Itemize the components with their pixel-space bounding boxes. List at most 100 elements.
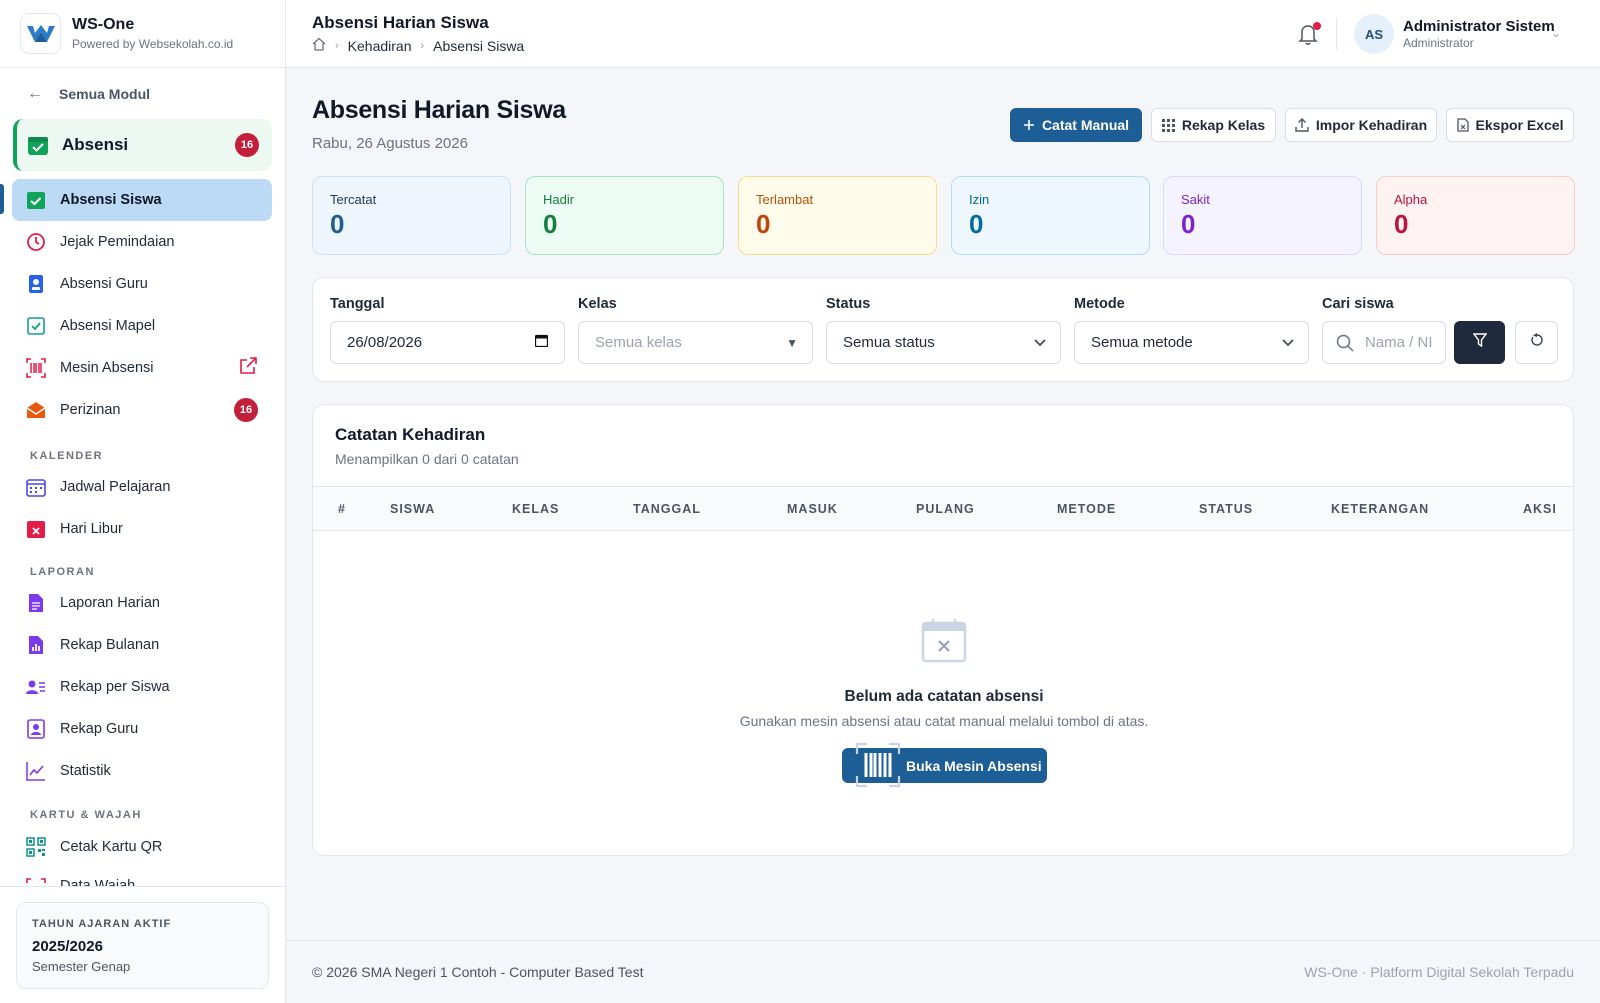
sidebar-item-jadwal-pelajaran[interactable]: Jadwal Pelajaran: [12, 466, 272, 508]
sidebar-item-statistik[interactable]: Statistik: [12, 750, 272, 792]
sidebar-item-rekap-per-siswa[interactable]: Rekap per Siswa: [12, 666, 272, 708]
module-header-absensi[interactable]: Absensi 16: [13, 119, 272, 171]
column-header[interactable]: TANGGAL: [633, 502, 701, 516]
sidebar-item-label: Statistik: [60, 763, 111, 779]
home-icon[interactable]: [312, 37, 326, 54]
sidebar-item-jejak-pemindaian[interactable]: Jejak Pemindaian: [12, 221, 272, 263]
column-header: AKSI: [1523, 502, 1557, 516]
notification-dot: [1313, 22, 1321, 30]
column-header[interactable]: KELAS: [512, 502, 559, 516]
active-indicator: [0, 184, 4, 214]
stat-card-tercatat: Tercatat 0: [312, 176, 511, 255]
external-link-icon[interactable]: [238, 356, 258, 380]
year-card-value: 2025/2026: [32, 938, 103, 955]
breadcrumb: › Kehadiran › Absensi Siswa: [312, 37, 524, 54]
bar-chart-icon: [26, 635, 46, 655]
column-header[interactable]: METODE: [1057, 502, 1116, 516]
sidebar-item-laporan-harian[interactable]: Laporan Harian: [12, 582, 272, 624]
sidebar-item-rekap-bulanan[interactable]: Rekap Bulanan: [12, 624, 272, 666]
table-subtitle: Menampilkan 0 dari 0 catatan: [335, 451, 519, 467]
stat-label: Alpha: [1394, 192, 1428, 207]
sidebar-item-absensi-guru[interactable]: Absensi Guru: [12, 263, 272, 305]
filter-icon: [1472, 333, 1487, 352]
ekspor-excel-button[interactable]: Ekspor Excel: [1446, 108, 1574, 142]
sidebar-item-label: Jadwal Pelajaran: [60, 479, 171, 495]
ekspor-excel-label: Ekspor Excel: [1475, 117, 1564, 133]
sidebar-item-cetak-kartu-qr[interactable]: Cetak Kartu QR: [12, 826, 272, 868]
reset-filter-button[interactable]: [1515, 321, 1558, 364]
column-header: KETERANGAN: [1331, 502, 1430, 516]
sidebar-item-mesin-absensi[interactable]: Mesin Absensi: [12, 347, 272, 389]
kelas-select[interactable]: Semua kelas ▼: [578, 321, 813, 364]
sidebar-item-label: Absensi Mapel: [60, 318, 156, 334]
stat-card-hadir: Hadir 0: [525, 176, 724, 255]
perizinan-badge: 16: [234, 398, 258, 422]
user-list-icon: [26, 677, 46, 697]
apply-filter-button[interactable]: [1454, 321, 1505, 364]
arrow-left-icon: ←: [27, 85, 43, 102]
calendar-check-icon: [28, 137, 48, 155]
column-header[interactable]: PULANG: [916, 502, 975, 516]
barcode-scanner-icon: [26, 358, 46, 378]
chevron-down-icon: [1282, 336, 1294, 350]
chevron-down-icon[interactable]: ⌄: [1551, 26, 1561, 40]
metode-label: Metode: [1074, 296, 1125, 312]
section-label-kartu: KARTU & WAJAH: [30, 809, 142, 821]
catat-manual-button[interactable]: Catat Manual: [1010, 108, 1142, 142]
barcode-scanner-icon: [855, 742, 901, 788]
document-icon: [26, 593, 46, 613]
calendar-icon[interactable]: [534, 334, 549, 351]
stat-value: 0: [330, 209, 345, 239]
sidebar-item-label: Rekap per Siswa: [60, 679, 170, 695]
brand[interactable]: WS-One Powered by Websekolah.co.id: [0, 0, 285, 68]
back-to-modules-link[interactable]: ← Semua Modul: [27, 85, 150, 103]
user-name[interactable]: Administrator Sistem: [1403, 18, 1555, 35]
date-input[interactable]: 26/08/2026: [330, 321, 565, 364]
sidebar-item-absensi-mapel[interactable]: Absensi Mapel: [12, 305, 272, 347]
cari-siswa-label: Cari siswa: [1322, 296, 1394, 312]
sidebar-item-label: Perizinan: [60, 402, 121, 418]
status-label: Status: [826, 296, 871, 312]
stat-card-izin: Izin 0: [951, 176, 1150, 255]
impor-kehadiran-button[interactable]: Impor Kehadiran: [1285, 108, 1437, 142]
empty-state-subtitle: Gunakan mesin absensi atau catat manual …: [739, 713, 1149, 729]
stat-label: Hadir: [543, 192, 575, 207]
back-label: Semua Modul: [59, 86, 151, 102]
search-input[interactable]: Nama / NI: [1322, 321, 1446, 364]
sidebar-divider: [0, 886, 286, 887]
topbar: Absensi Harian Siswa › Kehadiran › Absen…: [286, 0, 1600, 68]
status-select[interactable]: Semua status: [826, 321, 1061, 364]
refresh-icon: [1530, 333, 1544, 352]
line-chart-icon: [26, 761, 46, 781]
kelas-placeholder: Semua kelas: [595, 334, 682, 351]
open-attendance-machine-button[interactable]: Buka Mesin Absensi: [842, 742, 1047, 788]
sidebar-item-rekap-guru[interactable]: Rekap Guru: [12, 708, 272, 750]
column-header[interactable]: MASUK: [787, 502, 838, 516]
divider: [1336, 18, 1337, 50]
sidebar-item-absensi-siswa[interactable]: Absensi Siswa: [12, 179, 272, 221]
year-card-semester: Semester Genap: [32, 959, 131, 974]
sidebar-item-hari-libur[interactable]: Hari Libur: [12, 508, 272, 550]
sidebar-item-perizinan[interactable]: Perizinan 16: [12, 389, 272, 431]
metode-select[interactable]: Semua metode: [1074, 321, 1309, 364]
column-header[interactable]: STATUS: [1199, 502, 1253, 516]
breadcrumb-item[interactable]: Kehadiran: [348, 38, 412, 54]
rekap-kelas-label: Rekap Kelas: [1181, 117, 1266, 133]
envelope-open-icon: [26, 400, 46, 420]
rekap-kelas-button[interactable]: Rekap Kelas: [1151, 108, 1276, 142]
calendar-x-icon: [921, 619, 967, 663]
footer-copyright: © 2026 SMA Negeri 1 Contoh - Computer Ba…: [312, 964, 644, 980]
avatar[interactable]: AS: [1354, 14, 1394, 54]
column-header[interactable]: SISWA: [390, 502, 435, 516]
topbar-title: Absensi Harian Siswa: [312, 13, 489, 32]
stat-value: 0: [1181, 209, 1196, 239]
brand-name: WS-One: [72, 16, 135, 33]
tanggal-label: Tanggal: [330, 296, 385, 312]
contact-card-icon: [26, 719, 46, 739]
stat-label: Tercatat: [330, 192, 377, 207]
search-icon: [1336, 334, 1354, 352]
sidebar-item-data-wajah[interactable]: Data Wajah: [12, 868, 272, 886]
page-title: Absensi Harian Siswa: [312, 96, 566, 124]
stat-label: Sakit: [1181, 192, 1210, 207]
status-value: Semua status: [843, 334, 935, 351]
